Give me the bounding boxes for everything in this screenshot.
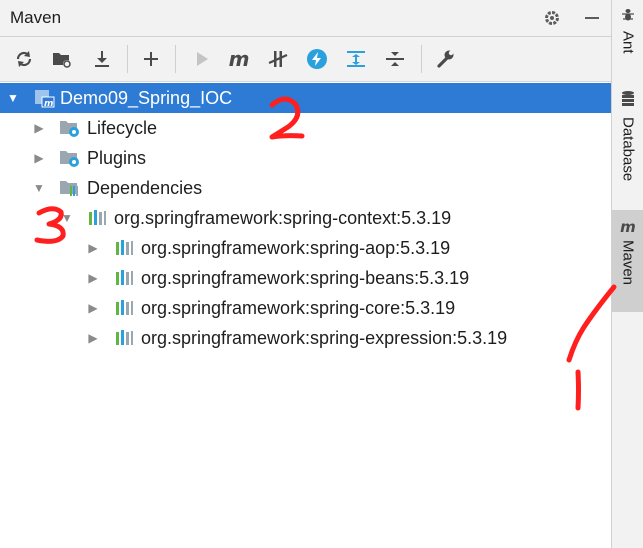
annotation-number-1	[566, 284, 617, 411]
annotation-number-3	[34, 206, 66, 244]
annotation-number-2	[269, 96, 305, 140]
red-annotation-layer	[34, 96, 617, 411]
